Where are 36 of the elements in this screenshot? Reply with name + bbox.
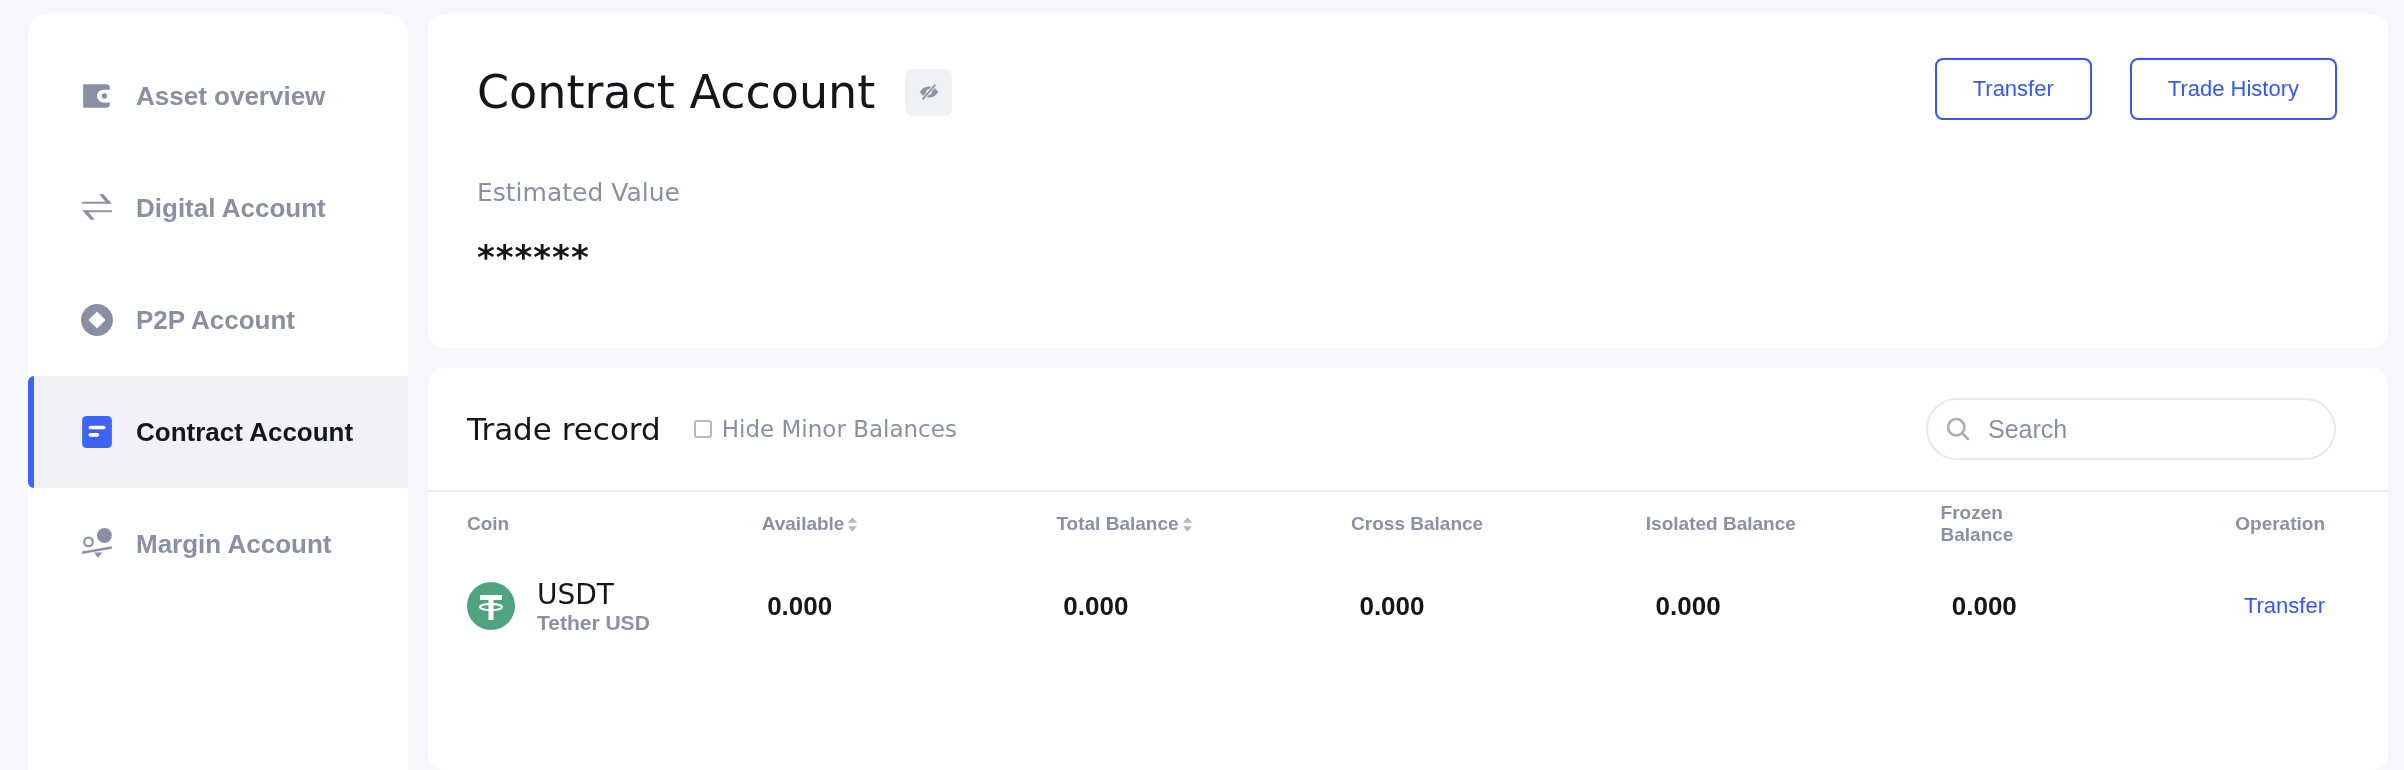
hide-minor-checkbox[interactable]: Hide Minor Balances: [693, 416, 957, 442]
search-field[interactable]: Search: [1926, 398, 2336, 460]
table-cell: 0.000: [1359, 590, 1425, 621]
section-title: Trade record: [467, 411, 661, 447]
page-title: Contract Account: [477, 65, 876, 119]
column-header: Isolated Balance: [1645, 513, 1796, 535]
column-header: Cross Balance: [1351, 513, 1484, 535]
hide-balance-button[interactable]: [905, 68, 953, 116]
table-cell: 0.000: [1063, 590, 1129, 621]
sidebar-item[interactable]: Contract Account: [28, 376, 408, 488]
coin-logo-icon: [467, 582, 515, 630]
column-header[interactable]: Available: [761, 513, 845, 535]
estimated-value: ******: [477, 237, 591, 277]
transfer-link[interactable]: Transfer: [2243, 593, 2325, 619]
sidebar-item[interactable]: Margin Account: [28, 488, 408, 600]
sidebar-item[interactable]: Digital Account: [28, 152, 408, 264]
sort-icon[interactable]: [847, 515, 859, 533]
column-header: Frozen Balance: [1940, 502, 2015, 546]
coin-symbol: USDT: [537, 577, 615, 611]
document-icon: [80, 415, 114, 449]
checkbox-square[interactable]: [693, 420, 712, 438]
search-icon: [1944, 415, 1972, 443]
column-header[interactable]: Total Balance: [1056, 513, 1179, 535]
table-cell: 0.000: [1655, 590, 1721, 621]
table-cell: 0.000: [767, 590, 833, 621]
outline-button[interactable]: Trade History: [2129, 58, 2337, 120]
sort-icon[interactable]: [1181, 515, 1193, 533]
column-header: Coin: [467, 513, 510, 535]
sidebar-item[interactable]: P2P Account: [28, 264, 408, 376]
estimated-value-label: Estimated Value: [477, 178, 681, 207]
eye-off-icon: [917, 81, 940, 103]
coin-name: Tether USD: [537, 610, 650, 635]
column-header: Operation: [2235, 513, 2325, 535]
table-cell: 0.000: [1951, 590, 2017, 621]
outline-button[interactable]: Transfer: [1934, 58, 2092, 120]
sidebar-item[interactable]: Asset overview: [28, 40, 408, 152]
